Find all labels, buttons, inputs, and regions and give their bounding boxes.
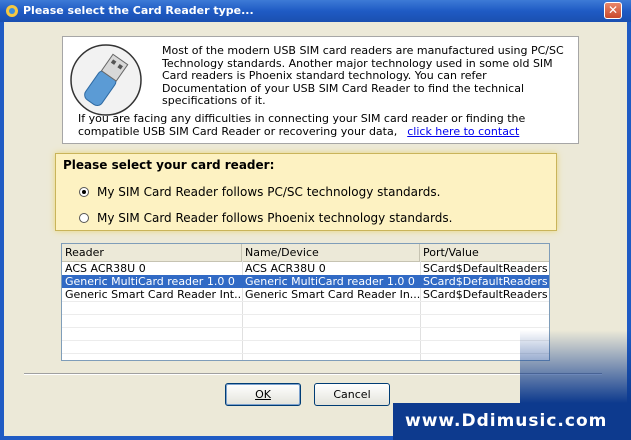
- cell-name-device: Generic Smart Card Reader In...: [245, 288, 420, 301]
- table-row-selected[interactable]: Generic MultiCard reader 1.0 0 Generic M…: [62, 275, 549, 288]
- row-gridline: [62, 301, 549, 302]
- card-reader-group: Please select your card reader: My SIM C…: [55, 153, 557, 231]
- usb-drive-icon: [70, 44, 142, 116]
- radio-button-pcsc[interactable]: [79, 186, 89, 197]
- window-title: Please select the Card Reader type...: [23, 4, 254, 17]
- cell-name-device: ACS ACR38U 0: [245, 262, 326, 275]
- table-row[interactable]: ACS ACR38U 0 ACS ACR38U 0 SCard$DefaultR…: [62, 262, 549, 275]
- info-text-help: If you are facing any difficulties in co…: [78, 112, 573, 138]
- cell-port-value: SCard$DefaultReaders: [423, 262, 548, 275]
- cell-reader: Generic MultiCard reader 1.0 0: [65, 275, 235, 288]
- dialog-window: Please select the Card Reader type... ✕ …: [0, 0, 631, 440]
- ok-button[interactable]: OK: [225, 383, 301, 406]
- column-header-reader[interactable]: Reader: [62, 244, 242, 261]
- watermark-fade: [520, 330, 631, 403]
- watermark-text: www.Ddimusic.com: [405, 411, 608, 431]
- reader-table[interactable]: Reader Name/Device Port/Value ACS ACR38U…: [61, 243, 550, 361]
- ok-button-label: OK: [255, 388, 271, 401]
- cell-name-device: Generic MultiCard reader 1.0 0: [245, 275, 415, 288]
- radio-button-phoenix[interactable]: [79, 212, 89, 223]
- button-divider: [24, 373, 602, 375]
- cell-reader: ACS ACR38U 0: [65, 262, 146, 275]
- cell-port-value: SCard$DefaultReaders: [423, 275, 548, 288]
- row-gridline: [62, 353, 549, 354]
- column-header-port-value[interactable]: Port/Value: [420, 244, 549, 261]
- title-bar[interactable]: Please select the Card Reader type... ✕: [0, 0, 631, 22]
- cell-reader: Generic Smart Card Reader Int...: [65, 288, 242, 301]
- cancel-button-label: Cancel: [333, 388, 371, 401]
- radio-pcsc[interactable]: My SIM Card Reader follows PC/SC technol…: [79, 185, 440, 199]
- table-row[interactable]: Generic Smart Card Reader Int... Generic…: [62, 288, 549, 301]
- info-panel: Most of the modern USB SIM card readers …: [62, 36, 579, 144]
- cancel-button[interactable]: Cancel: [314, 383, 390, 406]
- row-gridline: [62, 340, 549, 341]
- radio-label-phoenix: My SIM Card Reader follows Phoenix techn…: [97, 211, 453, 225]
- app-icon: [6, 5, 18, 17]
- row-gridline: [62, 314, 549, 315]
- radio-label-pcsc: My SIM Card Reader follows PC/SC technol…: [97, 185, 441, 199]
- group-title: Please select your card reader:: [63, 158, 275, 172]
- info-text-technology: Most of the modern USB SIM card readers …: [162, 44, 564, 107]
- radio-phoenix[interactable]: My SIM Card Reader follows Phoenix techn…: [79, 211, 452, 225]
- watermark-banner: www.Ddimusic.com: [393, 403, 631, 440]
- table-header: Reader Name/Device Port/Value: [62, 244, 549, 262]
- row-gridline: [62, 327, 549, 328]
- close-button[interactable]: ✕: [604, 2, 622, 19]
- column-header-name-device[interactable]: Name/Device: [242, 244, 420, 261]
- cell-port-value: SCard$DefaultReaders: [423, 288, 548, 301]
- contact-link[interactable]: click here to contact: [407, 125, 519, 138]
